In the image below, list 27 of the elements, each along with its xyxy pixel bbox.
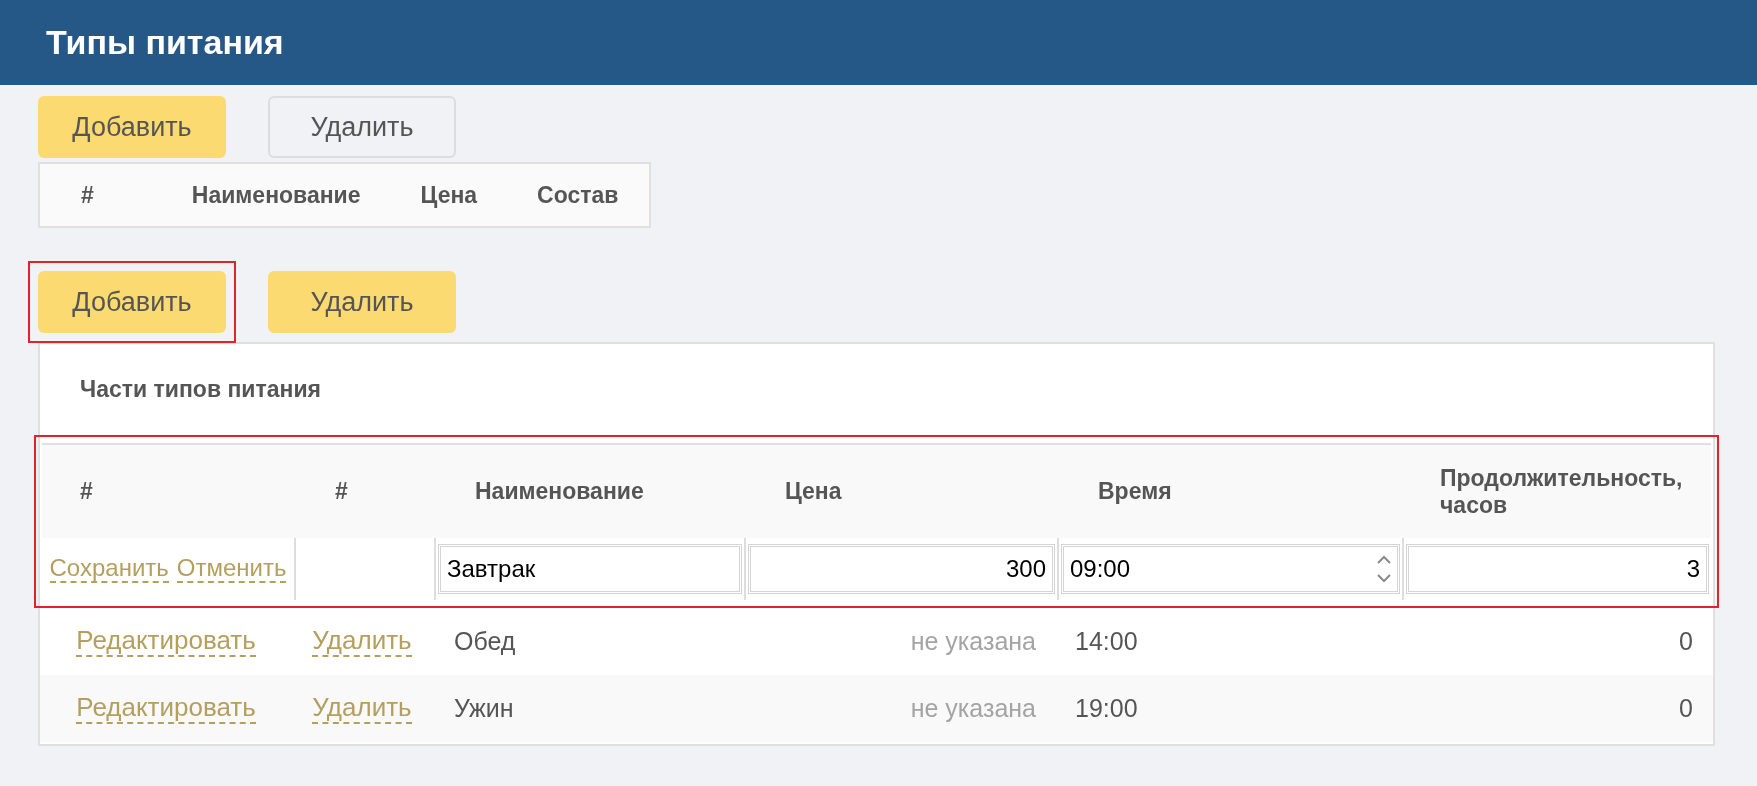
table-cell: 0 (1679, 627, 1693, 656)
table-cell: 19:00 (1075, 694, 1138, 723)
table-cell: 14:00 (1075, 627, 1138, 656)
table-cell: 0 (1679, 694, 1693, 723)
table-cell: не указана (910, 627, 1036, 656)
price-input[interactable]: 300 (748, 544, 1055, 594)
column-header: Продолжительность, часов (1440, 464, 1684, 519)
column-header: Время (1098, 478, 1172, 505)
panel-title: Части типов питания (80, 376, 321, 403)
column-header: Наименование (475, 478, 644, 505)
delete-button[interactable]: Удалить (268, 271, 456, 333)
column-header: # (80, 478, 93, 505)
table-cell: Обед (454, 627, 516, 656)
column-header: Состав (537, 181, 619, 209)
column-header: # (335, 478, 348, 505)
page-title: Типы питания (46, 23, 284, 62)
column-header: # (81, 181, 94, 209)
table-cell: не указана (910, 694, 1036, 723)
add-button[interactable]: Добавить (38, 271, 226, 333)
name-input[interactable]: Завтрак (438, 544, 742, 594)
time-input[interactable]: 09:00 (1061, 544, 1400, 594)
add-button[interactable]: Добавить (38, 96, 226, 158)
column-header: Цена (420, 181, 478, 209)
duration-input[interactable]: 3 (1406, 544, 1709, 594)
column-header: Наименование (191, 181, 361, 209)
table-cell: Ужин (454, 694, 514, 723)
column-header: Цена (785, 478, 842, 505)
